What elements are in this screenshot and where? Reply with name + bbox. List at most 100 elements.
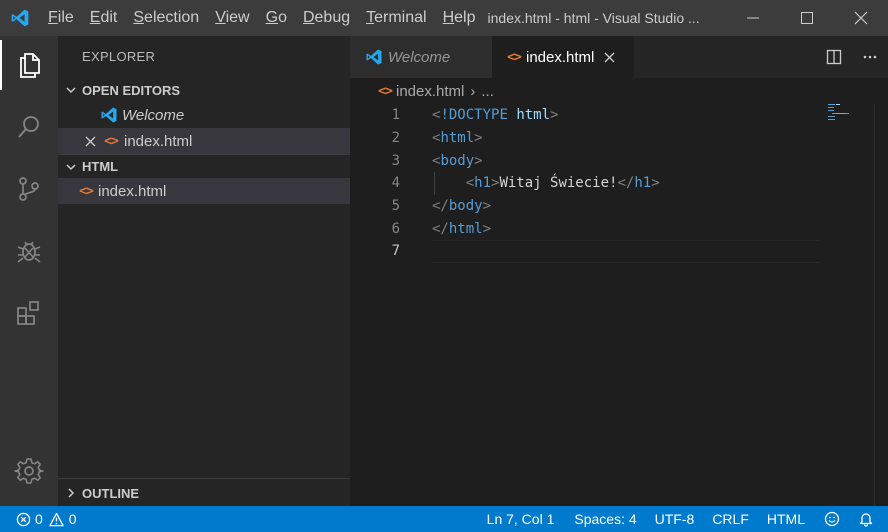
warning-count: 0 <box>68 511 77 527</box>
vscode-logo-icon[interactable] <box>0 0 40 36</box>
close-icon <box>854 11 868 25</box>
open-editor-index-html[interactable]: <> index.html <box>58 128 350 154</box>
maximize-button[interactable] <box>780 0 834 36</box>
code-token-bracket: > <box>651 175 660 192</box>
breadcrumb-file[interactable]: index.html <box>396 83 464 100</box>
breadcrumb: <> index.html › ... <box>350 78 888 104</box>
minimap[interactable] <box>828 104 874 506</box>
activity-manage[interactable] <box>0 446 58 496</box>
code-line[interactable]: 3 <body> <box>350 149 820 172</box>
explorer-icon <box>20 53 40 78</box>
code-text: </body> <box>432 198 491 214</box>
indentation[interactable]: Spaces: 4 <box>565 506 645 532</box>
close-editor-icon[interactable] <box>82 136 98 147</box>
status-bar: 0 0 Ln 7, Col 1 Spaces: 4 UTF-8 CRLF HTM… <box>0 506 888 532</box>
source-control-icon <box>19 177 39 201</box>
menu-terminal[interactable]: Terminal <box>358 0 434 36</box>
split-editor-icon <box>826 49 842 65</box>
menu-view[interactable]: View <box>207 0 257 36</box>
language-mode[interactable]: HTML <box>758 506 814 532</box>
explorer-sidebar: EXPLORER OPEN EDITORS Welcome <> index.h… <box>58 36 350 506</box>
outline-header[interactable]: OUTLINE <box>58 479 350 507</box>
menu-debug[interactable]: Debug <box>295 0 358 36</box>
open-editors-header[interactable]: OPEN EDITORS <box>58 78 350 102</box>
close-window-button[interactable] <box>834 0 888 36</box>
code-token-tag: html <box>448 220 483 237</box>
line-ending[interactable]: CRLF <box>703 506 758 532</box>
menu-bar: File Edit Selection View Go Debug Termin… <box>40 0 484 36</box>
bell-icon <box>859 513 873 527</box>
tab-index-html[interactable]: <> index.html <box>492 36 634 78</box>
code-text: <body> <box>432 153 483 169</box>
tab-label: Welcome <box>388 48 451 66</box>
code-text: <!DOCTYPE html> <box>432 107 558 123</box>
menu-file[interactable]: File <box>40 0 82 36</box>
window-controls <box>726 0 888 36</box>
tab-actions <box>816 36 888 78</box>
extensions-icon <box>17 301 39 325</box>
line-number: 3 <box>391 152 400 169</box>
code-token-tag: h1 <box>634 175 652 192</box>
window-title: index.html - html - Visual Studio ... <box>487 10 700 26</box>
code-token-attr: html <box>516 107 551 124</box>
code-token-bracket: > <box>474 152 483 169</box>
code-line[interactable]: 4 <h1>Witaj Świecie!</h1> <box>350 172 820 195</box>
activity-source-control[interactable] <box>0 164 58 214</box>
code-text: <h1>Witaj Świecie!</h1> <box>432 175 660 191</box>
html-file-icon: <> <box>507 49 522 65</box>
line-number: 6 <box>391 220 400 237</box>
code-line[interactable]: 2 <html> <box>350 127 820 150</box>
chevron-down-icon <box>62 158 80 176</box>
code-token-bracket: > <box>474 130 483 147</box>
code-token-bracket: </ <box>432 198 449 215</box>
open-editor-label: index.html <box>124 132 193 150</box>
code-text: <html> <box>432 130 483 146</box>
vscode-logo-icon <box>96 106 122 124</box>
notifications-button[interactable] <box>850 506 888 532</box>
code-line[interactable]: 6 </html> <box>350 217 820 240</box>
menu-selection[interactable]: Selection <box>125 0 207 36</box>
feedback-button[interactable] <box>814 506 850 532</box>
tab-welcome[interactable]: Welcome <box>350 36 492 78</box>
code-line[interactable]: 7 <box>350 240 820 263</box>
html-file-icon: <> <box>79 183 94 199</box>
split-editor-button[interactable] <box>816 36 852 78</box>
encoding[interactable]: UTF-8 <box>646 506 704 532</box>
line-number: 2 <box>391 130 400 147</box>
activity-search[interactable] <box>0 102 58 152</box>
breadcrumb-rest[interactable]: ... <box>481 83 494 100</box>
warning-icon <box>49 512 64 526</box>
line-number: 1 <box>391 107 400 124</box>
close-tab-icon[interactable] <box>598 52 620 63</box>
chevron-right-icon <box>62 484 80 502</box>
activity-explorer[interactable] <box>0 40 58 90</box>
file-label: index.html <box>98 182 167 200</box>
html-file-icon: <> <box>104 133 119 149</box>
minimize-button[interactable] <box>726 0 780 36</box>
code-token-bracket: > <box>550 107 559 124</box>
code-line[interactable]: 5 </body> <box>350 195 820 218</box>
cursor-position[interactable]: Ln 7, Col 1 <box>478 506 564 532</box>
code-token-tag: h1 <box>474 175 492 192</box>
file-index-html[interactable]: <> index.html <box>58 178 350 204</box>
menu-go[interactable]: Go <box>258 0 295 36</box>
line-number: 5 <box>391 198 400 215</box>
problems-indicator[interactable]: 0 0 <box>0 506 77 532</box>
more-actions-button[interactable] <box>852 36 888 78</box>
activity-extensions[interactable] <box>0 288 58 338</box>
code-token-bracket: > <box>482 198 492 215</box>
menu-help[interactable]: Help <box>435 0 484 36</box>
code-line[interactable]: 1 <!DOCTYPE html> <box>350 104 820 127</box>
smiley-feedback-icon <box>824 511 840 527</box>
editor-scrollbar[interactable] <box>874 104 888 506</box>
folder-html-header[interactable]: HTML <box>58 154 350 178</box>
code-text: </html> <box>432 221 491 237</box>
activity-debug[interactable] <box>0 226 58 276</box>
settings-gear-icon <box>14 458 44 484</box>
outline-label: OUTLINE <box>82 485 140 501</box>
code-token-bracket: > <box>482 220 492 237</box>
breadcrumb-separator: › <box>470 82 476 100</box>
open-editor-welcome[interactable]: Welcome <box>58 102 350 128</box>
menu-edit[interactable]: Edit <box>82 0 126 36</box>
code-editor[interactable]: 1 <!DOCTYPE html> 2 <html> 3 <body> 4 <h1>Wita… <box>350 104 820 263</box>
